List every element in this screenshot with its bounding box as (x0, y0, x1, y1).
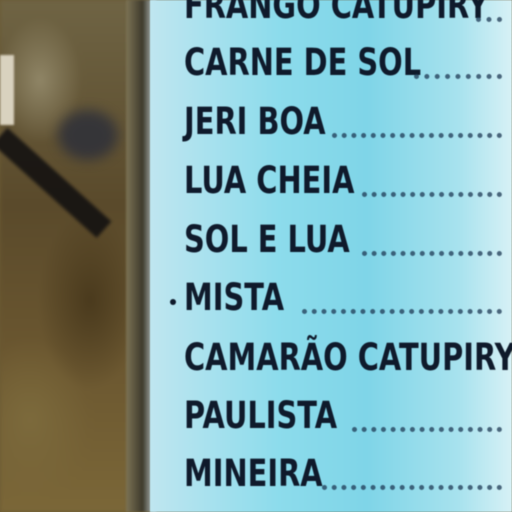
menu-item-label: LUA CHEIA (184, 159, 355, 202)
bullet-dot (170, 299, 176, 305)
menu-item: PAULISTA (184, 393, 502, 439)
menu-item-label: MINEIRA (184, 452, 323, 495)
menu-item-label: PAULISTA (184, 394, 338, 437)
dot-leader (362, 245, 502, 256)
menu-item: CAMARÃO CATUPIRY (184, 335, 512, 381)
menu-item: JERI BOA (184, 99, 502, 145)
dot-leader (362, 186, 502, 197)
menu-list: FRANGO CATUPIRY CARNE DE SOL JERI BOA LU… (150, 0, 512, 512)
menu-item-label: SOL E LUA (184, 218, 350, 261)
dot-leader (302, 303, 502, 314)
menu-item-label: CARNE DE SOL (184, 41, 422, 84)
menu-item-label: MISTA (184, 276, 285, 319)
menu-board: FRANGO CATUPIRY CARNE DE SOL JERI BOA LU… (150, 0, 512, 512)
dot-leader (332, 127, 502, 138)
menu-item: MISTA (170, 275, 502, 321)
menu-item-label: FRANGO CATUPIRY (184, 0, 489, 27)
dot-leader (414, 68, 502, 79)
menu-item: LUA CHEIA (184, 158, 502, 204)
menu-item-label: JERI BOA (184, 100, 326, 143)
background-corner (0, 55, 14, 125)
background-object (58, 110, 118, 160)
menu-item: MINEIRA (184, 451, 502, 497)
menu-item: CARNE DE SOL (184, 40, 502, 86)
menu-item: FRANGO CATUPIRY (184, 0, 502, 29)
menu-item-label: CAMARÃO CATUPIRY (184, 336, 512, 379)
dot-leader (322, 479, 502, 490)
dot-leader (476, 11, 502, 22)
photo-scene: FRANGO CATUPIRY CARNE DE SOL JERI BOA LU… (0, 0, 512, 512)
dot-leader (352, 421, 502, 432)
menu-item: SOL E LUA (184, 217, 502, 263)
